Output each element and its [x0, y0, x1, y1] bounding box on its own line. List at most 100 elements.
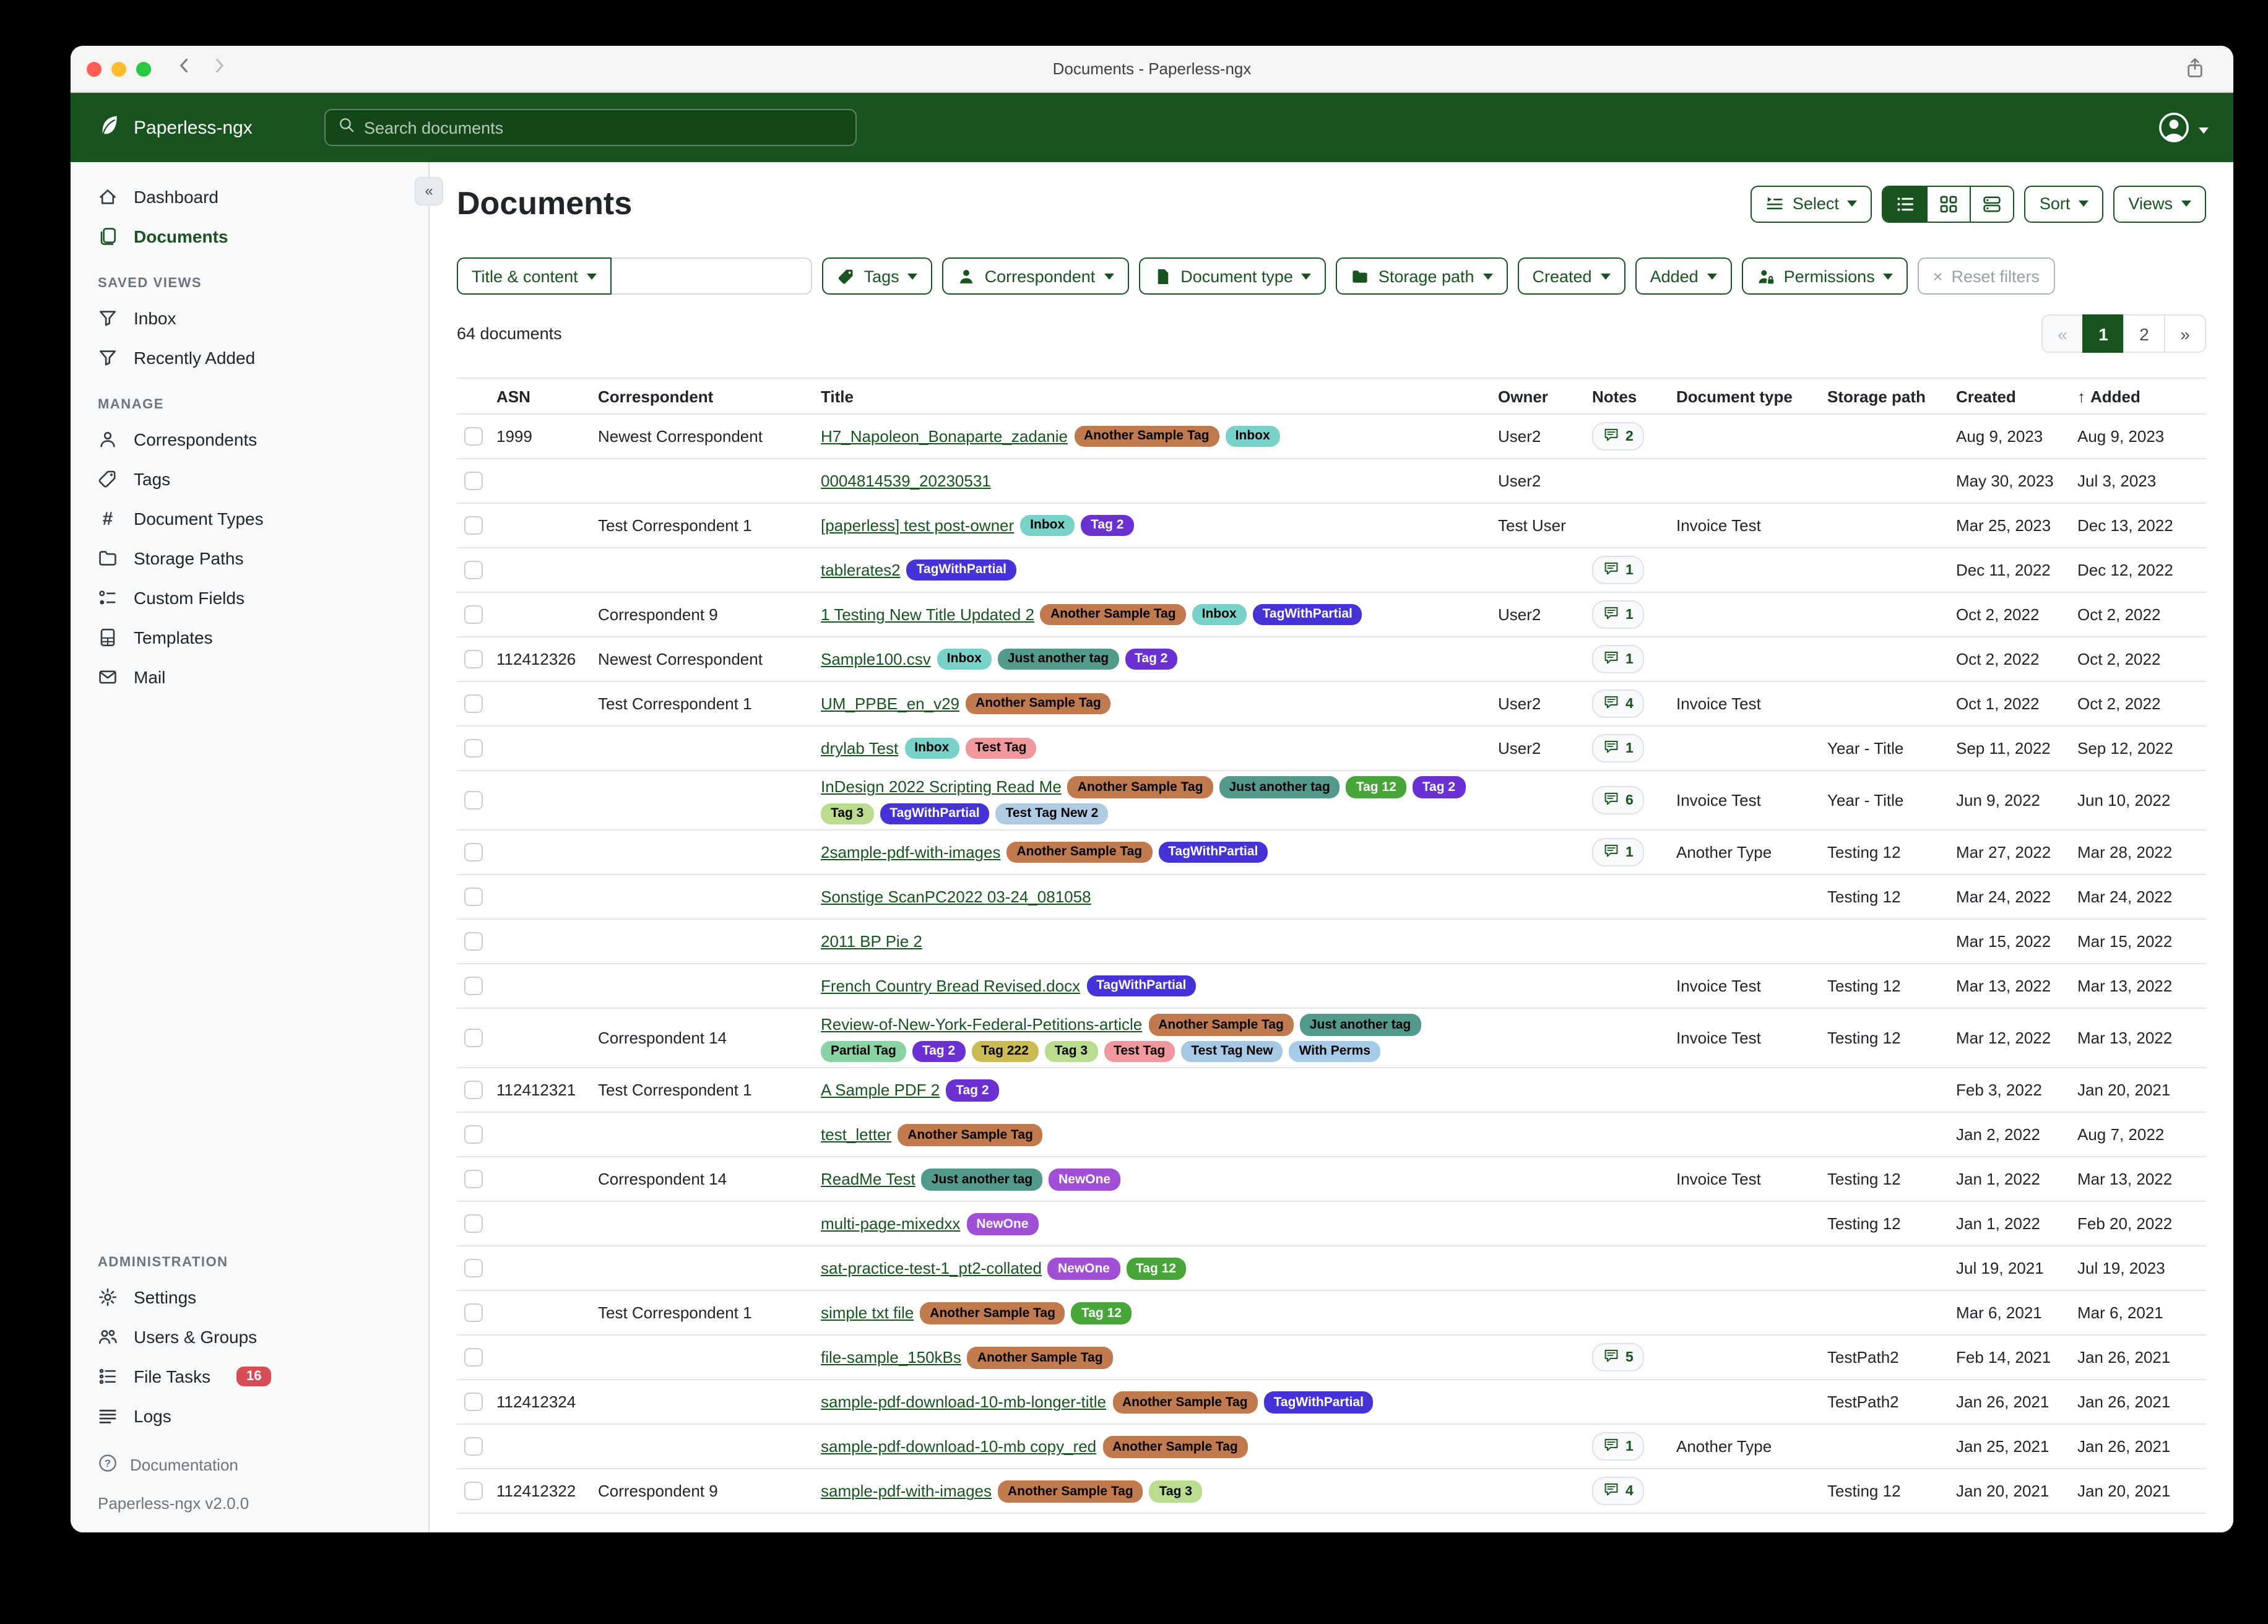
row-checkbox[interactable]	[464, 1304, 483, 1323]
document-link[interactable]: 0004814539_20230531	[821, 472, 991, 490]
tag-chip[interactable]: With Perms	[1289, 1041, 1380, 1063]
document-link[interactable]: sample-pdf-download-10-mb copy_red	[821, 1438, 1096, 1456]
share-icon[interactable]	[2184, 57, 2206, 85]
tag-chip[interactable]: Another Sample Tag	[1041, 603, 1186, 625]
tag-chip[interactable]: Another Sample Tag	[998, 1480, 1143, 1502]
tag-chip[interactable]: Test Tag	[1104, 1041, 1175, 1063]
row-checkbox[interactable]	[464, 1029, 483, 1048]
sidebar-item-documents[interactable]: Documents	[71, 217, 428, 256]
col-header-asn[interactable]: ASN	[496, 387, 595, 405]
cell-correspondent[interactable]: Newest Correspondent	[598, 427, 818, 446]
cell-correspondent[interactable]: Test Correspondent 1	[598, 694, 818, 713]
row-checkbox[interactable]	[464, 694, 483, 713]
document-link[interactable]: test_letter	[821, 1126, 891, 1144]
row-checkbox[interactable]	[464, 1081, 483, 1100]
sidebar-item-recently-added[interactable]: Recently Added	[71, 338, 428, 378]
cell-correspondent[interactable]: Newest Correspondent	[598, 650, 818, 668]
cell-document-type[interactable]: Invoice Test	[1676, 1029, 1825, 1048]
row-checkbox[interactable]	[464, 650, 483, 668]
tag-chip[interactable]: Inbox	[904, 737, 959, 759]
notes-badge[interactable]: 6	[1592, 786, 1645, 814]
col-header-created[interactable]: Created	[1956, 387, 2075, 405]
row-checkbox[interactable]	[464, 1215, 483, 1233]
tag-chip[interactable]: Tag 3	[1045, 1041, 1097, 1063]
tag-chip[interactable]: Tag 222	[971, 1041, 1039, 1063]
document-link[interactable]: tablerates2	[821, 561, 901, 579]
document-link[interactable]: multi-page-mixedxx	[821, 1215, 960, 1233]
search-input[interactable]	[364, 118, 843, 137]
notes-badge[interactable]: 1	[1592, 600, 1645, 629]
document-link[interactable]: InDesign 2022 Scripting Read Me	[821, 778, 1062, 797]
document-link[interactable]: UM_PPBE_en_v29	[821, 694, 959, 713]
document-link[interactable]: sample-pdf-download-10-mb-longer-title	[821, 1393, 1106, 1412]
cell-document-type[interactable]: Invoice Test	[1676, 694, 1825, 713]
notes-badge[interactable]: 4	[1592, 689, 1645, 718]
tag-chip[interactable]: Tag 3	[1149, 1480, 1202, 1502]
tag-chip[interactable]: Just another tag	[1219, 776, 1340, 798]
filter-created-button[interactable]: Created	[1518, 257, 1625, 295]
row-checkbox[interactable]	[464, 1482, 483, 1501]
cell-storage-path[interactable]: TestPath2	[1827, 1393, 1954, 1412]
row-checkbox[interactable]	[464, 1259, 483, 1278]
tag-chip[interactable]: TagWithPartial	[1264, 1391, 1374, 1413]
cell-document-type[interactable]: Invoice Test	[1676, 516, 1825, 535]
row-checkbox[interactable]	[464, 1393, 483, 1412]
tag-chip[interactable]: Another Sample Tag	[898, 1124, 1043, 1146]
row-checkbox[interactable]	[464, 516, 483, 535]
row-checkbox[interactable]	[464, 739, 483, 758]
row-checkbox[interactable]	[464, 932, 483, 951]
sidebar-item-dashboard[interactable]: Dashboard	[71, 177, 428, 217]
document-link[interactable]: Sonstige ScanPC2022 03-24_081058	[821, 888, 1091, 906]
tag-chip[interactable]: Tag 2	[946, 1079, 998, 1101]
filter-document-type-button[interactable]: Document type	[1138, 257, 1327, 295]
pagination-next[interactable]: »	[2164, 314, 2206, 353]
row-checkbox[interactable]	[464, 1349, 483, 1367]
row-checkbox[interactable]	[464, 1126, 483, 1144]
reset-filters-button[interactable]: × Reset filters	[1918, 257, 2054, 295]
brand[interactable]: Paperless-ngx	[98, 113, 253, 142]
tag-chip[interactable]: Tag 12	[1346, 776, 1406, 798]
filter-storage-path-button[interactable]: Storage path	[1336, 257, 1508, 295]
tag-chip[interactable]: TagWithPartial	[907, 559, 1016, 581]
tag-chip[interactable]: Inbox	[1192, 603, 1247, 625]
tag-chip[interactable]: Inbox	[1226, 425, 1280, 447]
notes-badge[interactable]: 1	[1592, 556, 1645, 584]
document-link[interactable]: H7_Napoleon_Bonaparte_zadanie	[821, 427, 1068, 446]
sidebar-item-tags[interactable]: Tags	[71, 459, 428, 499]
cell-storage-path[interactable]: Testing 12	[1827, 1482, 1954, 1501]
row-checkbox[interactable]	[464, 605, 483, 624]
document-link[interactable]: French Country Bread Revised.docx	[821, 977, 1080, 995]
tag-chip[interactable]: Just another tag	[998, 648, 1119, 670]
cell-correspondent[interactable]: Test Correspondent 1	[598, 1304, 818, 1323]
document-link[interactable]: file-sample_150kBs	[821, 1349, 961, 1367]
tag-chip[interactable]: Tag 12	[1126, 1258, 1186, 1279]
grid-view-button[interactable]	[1927, 186, 1970, 221]
tag-chip[interactable]: TagWithPartial	[1253, 603, 1362, 625]
document-link[interactable]: [paperless] test post-owner	[821, 516, 1014, 535]
pagination-page-2[interactable]: 2	[2123, 314, 2165, 353]
cell-document-type[interactable]: Another Type	[1676, 843, 1825, 862]
sidebar-item-settings[interactable]: Settings	[71, 1277, 428, 1317]
row-checkbox[interactable]	[464, 472, 483, 490]
sidebar-item-mail[interactable]: Mail	[71, 657, 428, 697]
document-link[interactable]: sample-pdf-with-images	[821, 1482, 992, 1501]
row-checkbox[interactable]	[464, 561, 483, 579]
sidebar-item-inbox[interactable]: Inbox	[71, 298, 428, 338]
cell-correspondent[interactable]: Test Correspondent 1	[598, 1081, 818, 1100]
sidebar-item-templates[interactable]: Templates	[71, 618, 428, 657]
title-content-dropdown[interactable]: Title & content	[457, 257, 612, 295]
documentation-link[interactable]: ?Documentation	[98, 1453, 428, 1477]
views-button[interactable]: Views	[2113, 185, 2206, 222]
tag-chip[interactable]: TagWithPartial	[880, 803, 989, 824]
cell-correspondent[interactable]: Correspondent 14	[598, 1170, 818, 1189]
cell-document-type[interactable]: Invoice Test	[1676, 977, 1825, 995]
col-header-notes[interactable]: Notes	[1592, 387, 1674, 405]
tag-chip[interactable]: NewOne	[1048, 1258, 1120, 1279]
tag-chip[interactable]: TagWithPartial	[1158, 842, 1268, 863]
sidebar-item-file-tasks[interactable]: File Tasks16	[71, 1357, 428, 1396]
tag-chip[interactable]: Another Sample Tag	[1006, 842, 1152, 863]
tag-chip[interactable]: Test Tag	[965, 737, 1036, 759]
cell-document-type[interactable]: Invoice Test	[1676, 791, 1825, 810]
tag-chip[interactable]: Tag 2	[1125, 648, 1177, 670]
tag-chip[interactable]: Inbox	[1020, 514, 1075, 536]
